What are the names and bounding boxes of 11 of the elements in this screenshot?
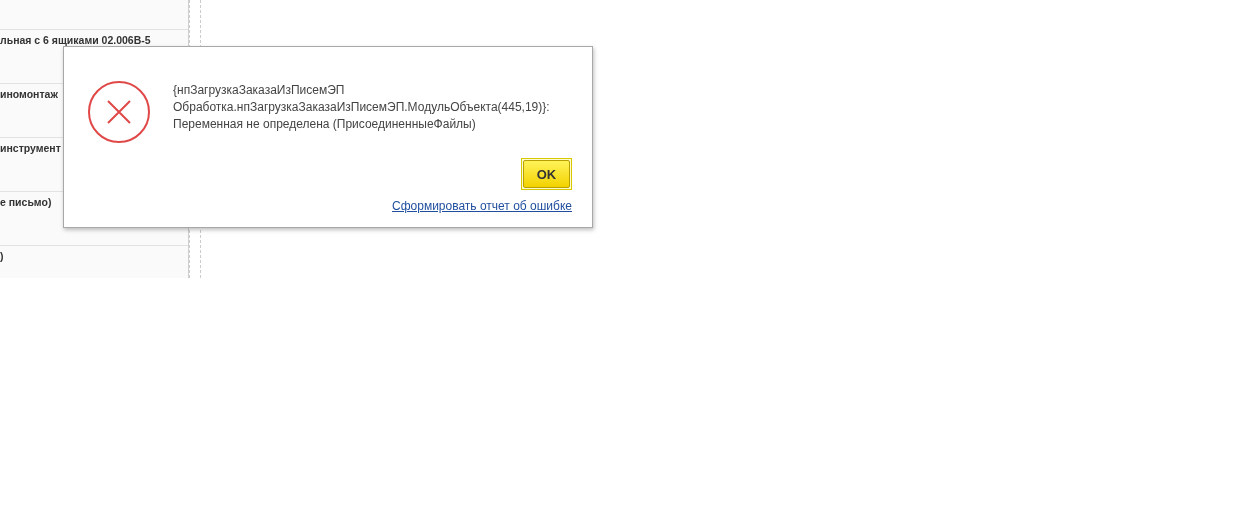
error-message: {нпЗагрузкаЗаказаИзПисемЭП [173,82,346,99]
ok-button[interactable]: OK [523,160,570,188]
error-icon [87,80,151,144]
list-item[interactable]: инструмент [0,142,61,154]
list-item[interactable]: ) [0,250,4,262]
list-item[interactable]: иномонтаж [0,88,58,100]
list-item[interactable]: е письмо) [0,196,52,208]
error-message: Обработка.нпЗагрузкаЗаказаИзПисемЭП.МодульОбъекта(445,19)}: [173,99,550,116]
error-message: Переменная не определена (ПрисоединенныеФайлы) [173,116,477,133]
report-link[interactable]: Сформировать отчет об ошибке [392,199,572,213]
list-item[interactable]: льная с 6 ящиками 02.006В-5 [0,34,151,46]
